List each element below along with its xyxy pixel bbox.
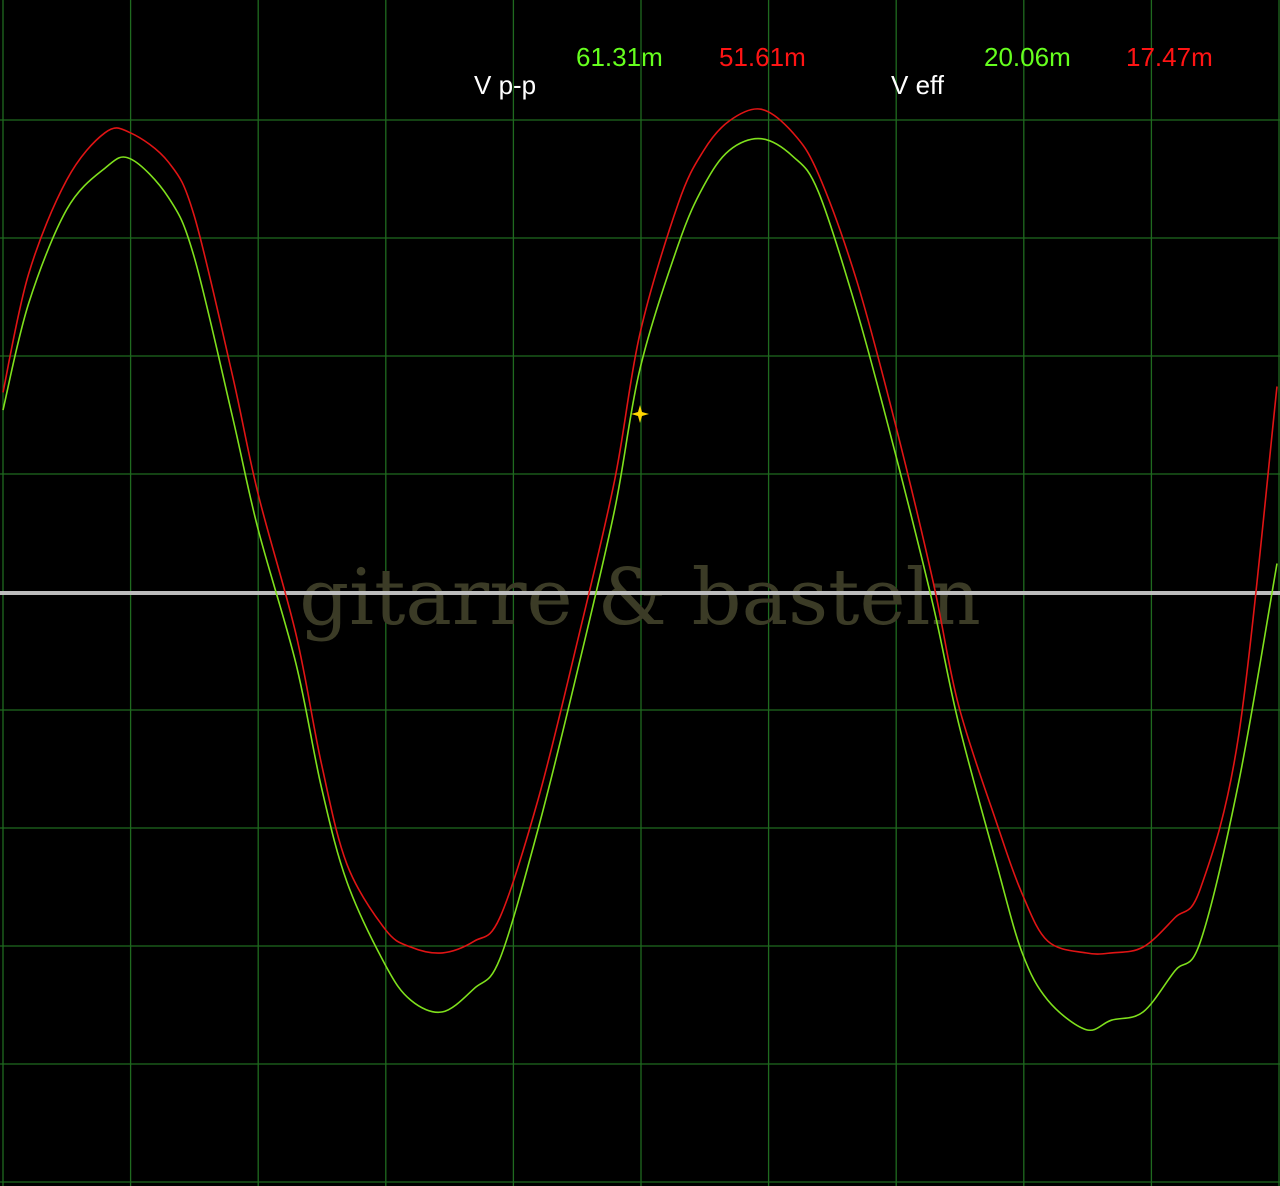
vpp-label: V p-p — [474, 70, 537, 100]
vpp-ch2-value: 51.61m — [719, 42, 806, 72]
veff-label: V eff — [891, 70, 945, 100]
vpp-ch1-value: 61.31m — [576, 42, 663, 72]
veff-ch1-value: 20.06m — [984, 42, 1071, 72]
watermark-text: gitarre & basteln — [299, 553, 981, 643]
veff-ch2-value: 17.47m — [1126, 42, 1213, 72]
oscilloscope-screen: gitarre & basteln — [0, 0, 1280, 1186]
